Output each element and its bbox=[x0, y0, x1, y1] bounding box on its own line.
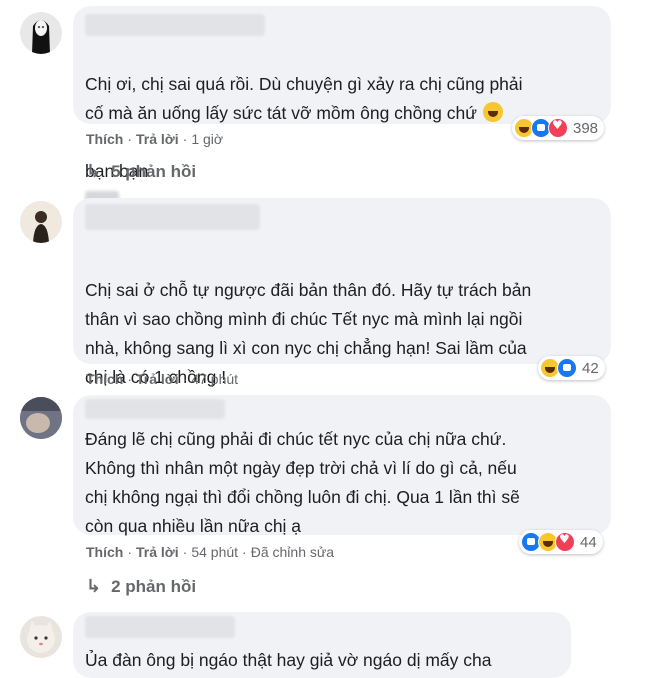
view-replies-link[interactable]: ↳ 2 phản hồi bbox=[86, 576, 196, 597]
laughing-emoji-icon bbox=[482, 102, 503, 122]
reaction-summary[interactable]: 42 bbox=[538, 356, 605, 380]
author-name-redacted[interactable] bbox=[85, 204, 260, 230]
avatar[interactable] bbox=[20, 397, 62, 439]
cat-avatar-icon bbox=[27, 621, 55, 653]
reply-arrow-icon: ↳ bbox=[86, 576, 102, 597]
view-replies-link[interactable]: ↳ 5 phản hồi bbox=[86, 161, 196, 182]
reaction-summary[interactable]: 398 bbox=[512, 116, 605, 140]
avatar[interactable] bbox=[20, 616, 62, 658]
reaction-summary[interactable]: 44 bbox=[519, 530, 603, 554]
love-icon bbox=[548, 118, 568, 138]
like-button[interactable]: Thích bbox=[86, 544, 123, 560]
person-avatar-icon bbox=[20, 397, 62, 439]
timestamp[interactable]: 54 phút bbox=[191, 544, 238, 560]
comment-text: Ủa đàn ông bị ngáo thật hay giả vờ ngáo … bbox=[85, 650, 492, 670]
replies-label: 2 phản hồi bbox=[111, 576, 197, 596]
author-name-redacted[interactable] bbox=[85, 399, 225, 419]
comment-actions: Thích · Trả lời · 1 giờ bbox=[86, 131, 224, 147]
reply-button[interactable]: Trả lời bbox=[136, 131, 179, 147]
like-button[interactable]: Thích bbox=[86, 131, 123, 147]
author-name-redacted[interactable] bbox=[85, 616, 235, 638]
comment-text: Đáng lẽ chị cũng phải đi chúc tết nyc củ… bbox=[85, 429, 520, 536]
reply-button[interactable]: Trả lời bbox=[136, 544, 179, 560]
reply-button[interactable]: Trả lời bbox=[136, 371, 179, 387]
comment-actions: Thích · Trả lời · 47 phút bbox=[86, 371, 239, 387]
love-icon bbox=[555, 532, 575, 552]
timestamp[interactable]: 1 giờ bbox=[191, 131, 223, 147]
timestamp[interactable]: 47 phút bbox=[191, 371, 238, 387]
author-name-redacted[interactable] bbox=[85, 14, 265, 36]
comment-bubble: Ủa đàn ông bị ngáo thật hay giả vờ ngáo … bbox=[73, 612, 571, 678]
reaction-count: 42 bbox=[582, 359, 599, 377]
comment-actions: Thích · Trả lời · 54 phút · Đã chỉnh sửa bbox=[86, 544, 335, 560]
comment-text: Chị ơi, chị sai quá rồi. Dù chuyện gì xả… bbox=[85, 74, 523, 123]
comment-bubble: Chị sai ở chỗ tự ngược đãi bản thân đó. … bbox=[73, 198, 611, 415]
no-face-avatar-icon bbox=[32, 20, 50, 54]
reaction-count: 398 bbox=[573, 119, 599, 137]
avatar[interactable] bbox=[20, 201, 62, 243]
person-avatar-icon bbox=[33, 211, 49, 243]
replies-label: 5 phản hồi bbox=[111, 161, 197, 181]
comment-bubble: Đáng lẽ chị cũng phải đi chúc tết nyc củ… bbox=[73, 395, 611, 536]
reply-arrow-icon: ↳ bbox=[86, 161, 102, 182]
like-icon bbox=[557, 358, 577, 378]
like-button[interactable]: Thích bbox=[86, 371, 123, 387]
reaction-count: 44 bbox=[580, 533, 597, 551]
comment-bubble: Chị ơi, chị sai quá rồi. Dù chuyện gì xả… bbox=[73, 6, 611, 212]
edited-label: Đã chỉnh sửa bbox=[250, 544, 335, 560]
avatar[interactable] bbox=[20, 12, 62, 54]
